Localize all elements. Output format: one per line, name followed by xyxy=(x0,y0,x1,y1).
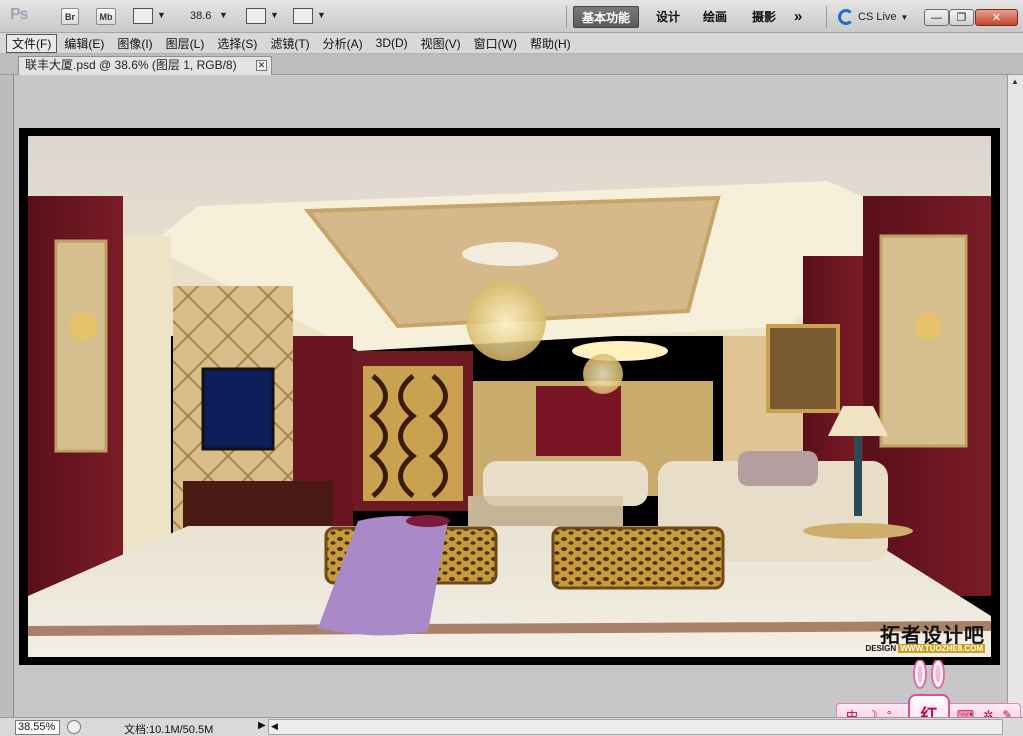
launch-bridge-button[interactable]: Br xyxy=(61,8,79,25)
menu-edit[interactable]: 编辑(E) xyxy=(58,34,110,53)
workspace-essentials-button[interactable]: 基本功能 xyxy=(573,6,640,28)
menu-image[interactable]: 图像(I) xyxy=(111,34,158,53)
menu-filter[interactable]: 滤镜(T) xyxy=(264,34,315,53)
more-workspaces-button[interactable]: » xyxy=(786,6,810,28)
watermark-url: DESIGN WWW.TUOZHE8.COM xyxy=(865,644,985,653)
menu-file[interactable]: 文件(F) xyxy=(6,33,58,53)
zoom-field[interactable]: 38.55% xyxy=(15,720,60,735)
cs-live-label: CS Live xyxy=(858,11,897,23)
cs-live-button[interactable]: CS Live ▼ xyxy=(838,9,908,25)
cs-live-dropdown-icon: ▼ xyxy=(900,12,909,22)
watermark-url-text: WWW.TUOZHE8.COM xyxy=(898,644,985,653)
document-tab-title: 联丰大厦.psd @ 38.6% (图层 1, RGB/8) xyxy=(25,58,237,72)
arrange-documents-icon[interactable] xyxy=(246,8,266,24)
menu-help[interactable]: 帮助(H) xyxy=(524,34,577,53)
living-room-render xyxy=(28,136,991,657)
cs-live-icon xyxy=(838,9,854,25)
watermark: 拓者设计吧 DESIGN WWW.TUOZHE8.COM xyxy=(865,625,985,653)
separator xyxy=(566,6,567,28)
menu-window[interactable]: 窗口(W) xyxy=(468,34,523,53)
document-size: 文档:10.1M/50.5M xyxy=(124,724,214,736)
application-bar: Ps Br Mb ▼ 38.6 ▼ ▼ ▼ 基本功能 设计 绘画 摄影 » CS… xyxy=(0,0,1023,33)
scroll-left-icon[interactable]: ◀ xyxy=(271,721,278,732)
zoom-level-value[interactable]: 38.6 xyxy=(190,10,211,22)
menu-bar: 文件(F) 编辑(E) 图像(I) 图层(L) 选择(S) 滤镜(T) 分析(A… xyxy=(0,33,1023,54)
interior-render-image: 拓者设计吧 DESIGN WWW.TUOZHE8.COM xyxy=(28,136,991,657)
separator xyxy=(826,6,827,28)
status-bar: 38.55% 文档:10.1M/50.5M ▶ ◀ xyxy=(0,717,1023,736)
view-extras-icon[interactable] xyxy=(133,8,153,24)
status-info-icon[interactable] xyxy=(67,720,81,734)
workspace-painting-button[interactable]: 绘画 xyxy=(695,6,735,28)
menu-select[interactable]: 选择(S) xyxy=(211,34,263,53)
restore-button[interactable]: ❐ xyxy=(949,9,974,26)
workspace-design-button[interactable]: 设计 xyxy=(648,6,688,28)
watermark-prefix: DESIGN xyxy=(865,644,897,653)
watermark-title: 拓者设计吧 xyxy=(880,623,985,647)
menu-analysis[interactable]: 分析(A) xyxy=(317,34,369,53)
view-extras-dropdown-icon[interactable]: ▼ xyxy=(157,10,166,20)
photoshop-logo: Ps xyxy=(10,6,29,23)
menu-layer[interactable]: 图层(L) xyxy=(160,34,211,53)
screen-mode-icon[interactable] xyxy=(293,8,313,24)
arrange-dropdown-icon[interactable]: ▼ xyxy=(270,10,279,20)
document-canvas[interactable]: 拓者设计吧 DESIGN WWW.TUOZHE8.COM xyxy=(19,128,1000,665)
zoom-dropdown-icon[interactable]: ▼ xyxy=(219,10,228,20)
launch-minibridge-button[interactable]: Mb xyxy=(96,8,116,25)
menu-3d[interactable]: 3D(D) xyxy=(370,35,414,51)
horizontal-scrollbar[interactable]: ◀ xyxy=(268,719,1003,735)
scroll-up-icon[interactable]: ▲ xyxy=(1011,77,1019,86)
tools-gutter xyxy=(0,75,14,717)
close-button[interactable]: ✕ xyxy=(975,9,1018,26)
document-tab-bar: 联丰大厦.psd @ 38.6% (图层 1, RGB/8) ✕ xyxy=(0,54,1023,75)
menu-view[interactable]: 视图(V) xyxy=(415,34,467,53)
workspace-photography-button[interactable]: 摄影 xyxy=(744,6,784,28)
status-menu-arrow-icon[interactable]: ▶ xyxy=(258,720,266,731)
screen-mode-dropdown-icon[interactable]: ▼ xyxy=(317,10,326,20)
minimize-button[interactable]: — xyxy=(924,9,949,26)
document-tab[interactable]: 联丰大厦.psd @ 38.6% (图层 1, RGB/8) ✕ xyxy=(18,56,272,75)
vertical-scrollbar[interactable]: ▲ xyxy=(1007,75,1023,717)
close-tab-icon[interactable]: ✕ xyxy=(256,60,267,71)
